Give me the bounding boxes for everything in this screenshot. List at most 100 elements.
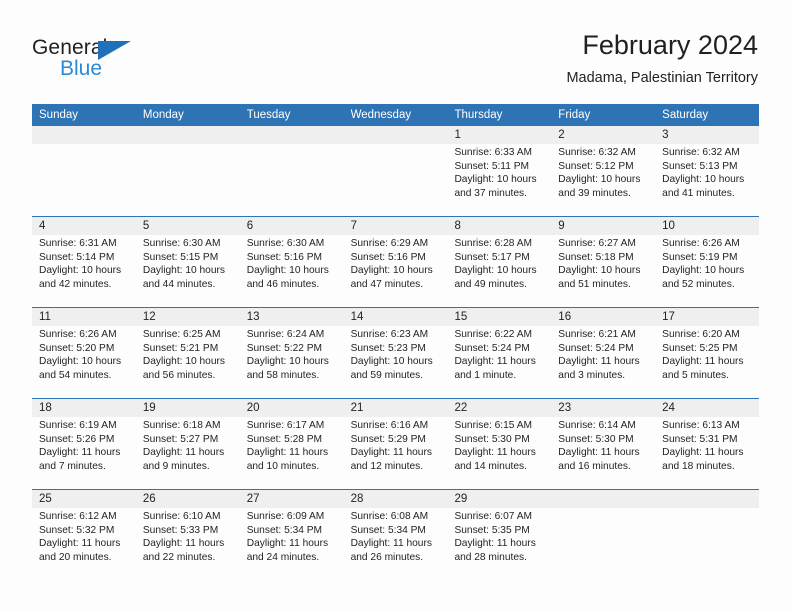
day-info: Sunrise: 6:31 AM Sunset: 5:14 PM Daylight:… [39, 237, 130, 291]
calendar-day-cell[interactable]: 6 Sunrise: 6:30 AM Sunset: 5:16 PM Daylight… [240, 217, 344, 307]
sunrise-text: Sunrise: 6:31 AM [39, 238, 117, 249]
calendar-week-row: 1 Sunrise: 6:33 AM Sunset: 5:11 PM Daylight… [32, 126, 759, 216]
day-number: 18 [39, 402, 52, 414]
daylight-text: Daylight: 10 hours and 51 minutes. [558, 265, 641, 290]
page-header: General Blue February 2024 Madama, Pales… [32, 28, 758, 100]
day-number: 21 [350, 402, 364, 414]
calendar-day-cell[interactable]: 25 Sunrise: 6:12 AM Sunset: 5:32 PM Dayligh… [32, 490, 136, 580]
calendar-day-cell[interactable]: 12 Sunrise: 6:25 AM Sunset: 5:21 PM Dayligh… [136, 308, 240, 398]
day-number: 19 [142, 402, 156, 414]
general-blue-logo[interactable]: General Blue [32, 36, 212, 88]
day-info: Sunrise: 6:27 AM Sunset: 5:18 PM Daylight:… [558, 237, 649, 291]
day-info: Sunrise: 6:14 AM Sunset: 5:30 PM Daylight:… [558, 419, 649, 473]
day-number: 1 [454, 129, 461, 141]
sunset-text: Sunset: 5:18 PM [558, 251, 634, 263]
calendar-day-cell[interactable]: 27 Sunrise: 6:09 AM Sunset: 5:34 PM Dayligh… [240, 490, 344, 580]
day-number: 13 [246, 311, 260, 323]
calendar-day-cell[interactable]: 20 Sunrise: 6:17 AM Sunset: 5:28 PM Dayligh… [240, 399, 344, 489]
calendar-day-cell[interactable]: 4 Sunrise: 6:31 AM Sunset: 5:14 PM Daylight… [32, 217, 136, 307]
sunrise-text: Sunrise: 6:26 AM [39, 329, 117, 340]
weekday-header-sunday: Sunday [39, 109, 79, 121]
day-number: 23 [558, 402, 572, 414]
day-number: 2 [558, 129, 565, 141]
daylight-text: Daylight: 10 hours and 47 minutes. [350, 265, 433, 290]
day-number: 17 [662, 311, 675, 323]
calendar-grid: Sunday Monday Tuesday Wednesday Thursday Frid… [32, 104, 759, 580]
sunrise-text: Sunrise: 6:15 AM [454, 420, 533, 431]
day-number: 26 [142, 493, 156, 505]
calendar-day-cell[interactable]: 10 Sunrise: 6:26 AM Sunset: 5:19 PM Dayligh… [655, 217, 759, 307]
calendar-day-cell[interactable]: 19 Sunrise: 6:18 AM Sunset: 5:27 PM Dayligh… [136, 399, 240, 489]
day-info: Sunrise: 6:29 AM Sunset: 5:16 PM Daylight:… [351, 237, 442, 291]
calendar-day-cell[interactable]: 18 Sunrise: 6:19 AM Sunset: 5:26 PM Dayligh… [32, 399, 136, 489]
day-number: 20 [246, 402, 260, 414]
sunset-text: Sunset: 5:26 PM [39, 433, 115, 445]
weekday-header-tuesday: Tuesday [246, 109, 291, 121]
sunrise-text: Sunrise: 6:24 AM [246, 329, 325, 340]
sunrise-text: Sunrise: 6:08 AM [350, 511, 429, 522]
day-info: Sunrise: 6:24 AM Sunset: 5:22 PM Daylight:… [247, 328, 338, 382]
daylight-text: Daylight: 10 hours and 54 minutes. [39, 356, 122, 381]
sunset-text: Sunset: 5:33 PM [142, 524, 219, 536]
calendar-day-cell[interactable]: 16 Sunrise: 6:21 AM Sunset: 5:24 PM Dayligh… [551, 308, 655, 398]
calendar-day-cell-empty [136, 126, 240, 216]
calendar-day-cell[interactable]: 5 Sunrise: 6:30 AM Sunset: 5:15 PM Daylight… [136, 217, 240, 307]
daylight-text: Daylight: 10 hours and 41 minutes. [662, 174, 745, 199]
day-number: 25 [39, 493, 52, 505]
calendar-day-cell[interactable]: 2 Sunrise: 6:32 AM Sunset: 5:12 PM Daylight… [551, 126, 655, 216]
sunrise-text: Sunrise: 6:21 AM [558, 329, 636, 340]
day-info: Sunrise: 6:09 AM Sunset: 5:34 PM Daylight:… [247, 510, 338, 564]
sunset-text: Sunset: 5:27 PM [142, 433, 219, 445]
sunset-text: Sunset: 5:15 PM [142, 251, 219, 263]
sunset-text: Sunset: 5:35 PM [454, 524, 530, 536]
sunset-text: Sunset: 5:23 PM [350, 342, 426, 354]
day-info: Sunrise: 6:30 AM Sunset: 5:15 PM Daylight:… [143, 237, 234, 291]
day-info: Sunrise: 6:30 AM Sunset: 5:16 PM Daylight:… [247, 237, 338, 291]
sunrise-text: Sunrise: 6:09 AM [246, 511, 325, 522]
weekday-header-thursday: Thursday [454, 109, 503, 121]
calendar-day-cell[interactable]: 13 Sunrise: 6:24 AM Sunset: 5:22 PM Dayligh… [240, 308, 344, 398]
day-info: Sunrise: 6:26 AM Sunset: 5:19 PM Daylight:… [662, 237, 753, 291]
calendar-day-cell[interactable]: 26 Sunrise: 6:10 AM Sunset: 5:33 PM Dayligh… [136, 490, 240, 580]
calendar-day-cell[interactable]: 3 Sunrise: 6:32 AM Sunset: 5:13 PM Daylight… [655, 126, 759, 216]
sunset-text: Sunset: 5:25 PM [662, 342, 738, 354]
sunset-text: Sunset: 5:24 PM [454, 342, 530, 354]
calendar-day-cell[interactable]: 14 Sunrise: 6:23 AM Sunset: 5:23 PM Dayligh… [344, 308, 448, 398]
sunrise-text: Sunrise: 6:16 AM [350, 420, 429, 431]
day-info: Sunrise: 6:25 AM Sunset: 5:21 PM Daylight:… [143, 328, 234, 382]
calendar-day-cell[interactable]: 1 Sunrise: 6:33 AM Sunset: 5:11 PM Daylight… [447, 126, 551, 216]
calendar-day-cell-empty [344, 126, 448, 216]
sunrise-text: Sunrise: 6:27 AM [558, 238, 636, 249]
calendar-day-cell[interactable]: 21 Sunrise: 6:16 AM Sunset: 5:29 PM Dayligh… [344, 399, 448, 489]
calendar-day-cell[interactable]: 24 Sunrise: 6:13 AM Sunset: 5:31 PM Dayligh… [655, 399, 759, 489]
sunrise-text: Sunrise: 6:22 AM [454, 329, 533, 340]
weekday-header-saturday: Saturday [662, 109, 709, 121]
calendar-day-cell[interactable]: 23 Sunrise: 6:14 AM Sunset: 5:30 PM Dayligh… [551, 399, 655, 489]
day-number: 15 [454, 311, 468, 323]
calendar-day-cell[interactable]: 9 Sunrise: 6:27 AM Sunset: 5:18 PM Daylight… [551, 217, 655, 307]
calendar-day-cell[interactable]: 8 Sunrise: 6:28 AM Sunset: 5:17 PM Daylight… [447, 217, 551, 307]
day-number: 12 [142, 311, 156, 323]
calendar-day-cell[interactable]: 22 Sunrise: 6:15 AM Sunset: 5:30 PM Dayligh… [447, 399, 551, 489]
calendar-week-row: 18 Sunrise: 6:19 AM Sunset: 5:26 PM Dayligh… [32, 398, 759, 489]
sunset-text: Sunset: 5:21 PM [142, 342, 219, 354]
sunset-text: Sunset: 5:14 PM [39, 251, 115, 263]
page-title: February 2024 [582, 30, 758, 60]
day-number: 8 [454, 220, 461, 232]
calendar-day-cell[interactable]: 29 Sunrise: 6:07 AM Sunset: 5:35 PM Dayligh… [447, 490, 551, 580]
calendar-day-cell[interactable]: 17 Sunrise: 6:20 AM Sunset: 5:25 PM Dayligh… [655, 308, 759, 398]
calendar-day-cell[interactable]: 11 Sunrise: 6:26 AM Sunset: 5:20 PM Dayligh… [32, 308, 136, 398]
day-number: 9 [558, 220, 565, 232]
calendar-day-cell[interactable]: 7 Sunrise: 6:29 AM Sunset: 5:16 PM Daylight… [344, 217, 448, 307]
calendar-day-cell[interactable]: 15 Sunrise: 6:22 AM Sunset: 5:24 PM Dayligh… [447, 308, 551, 398]
day-number: 16 [558, 311, 572, 323]
day-number: 3 [662, 129, 669, 141]
day-info: Sunrise: 6:16 AM Sunset: 5:29 PM Daylight:… [351, 419, 442, 473]
calendar-day-cell[interactable]: 28 Sunrise: 6:08 AM Sunset: 5:34 PM Dayligh… [344, 490, 448, 580]
sunrise-text: Sunrise: 6:26 AM [662, 238, 740, 249]
sunrise-text: Sunrise: 6:28 AM [454, 238, 533, 249]
day-info: Sunrise: 6:21 AM Sunset: 5:24 PM Daylight:… [558, 328, 649, 382]
sunrise-text: Sunrise: 6:19 AM [39, 420, 117, 431]
sunrise-text: Sunrise: 6:17 AM [246, 420, 325, 431]
weekday-header-row: Sunday Monday Tuesday Wednesday Thursday Frid… [32, 104, 759, 126]
